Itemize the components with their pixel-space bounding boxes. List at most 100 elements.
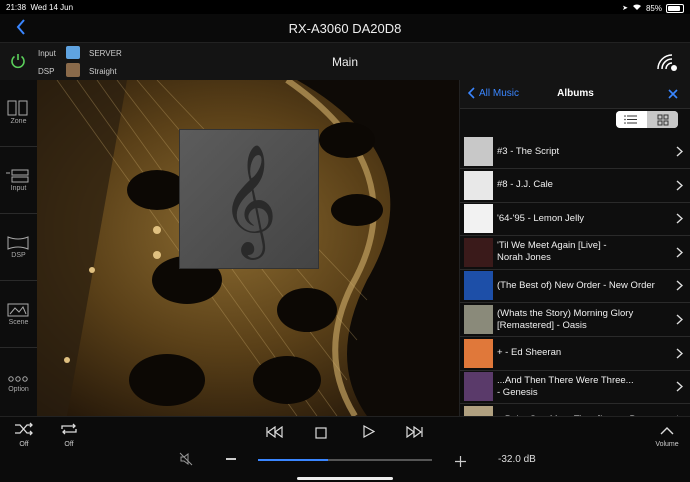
volume-fill: [258, 459, 328, 461]
home-indicator: [297, 477, 393, 480]
volume-slider[interactable]: [258, 459, 432, 461]
mute-button[interactable]: [179, 452, 193, 471]
sidebar-item-label: Input: [10, 185, 27, 192]
album-row[interactable]: + - Ed Sheeran: [460, 337, 690, 371]
list-icon: [624, 115, 637, 124]
battery-icon: [666, 3, 684, 13]
more-icon: [8, 376, 28, 382]
repeat-state: Off: [64, 441, 74, 448]
volume-value: -32.0 dB: [498, 454, 536, 465]
album-title-text: 'Til We Meet Again [Live] - Norah Jones: [497, 240, 607, 264]
close-icon: [668, 89, 678, 99]
album-row[interactable]: '64-'95 - Lemon Jelly: [460, 202, 690, 237]
album-thumbnail: [464, 237, 493, 267]
sidebar-item-label: Zone: [10, 118, 27, 125]
album-thumbnail: [464, 338, 493, 368]
repeat-icon: [61, 423, 77, 435]
album-row[interactable]: #3 - The Script: [460, 135, 690, 169]
volume-up-button[interactable]: [455, 454, 466, 467]
chevron-right-icon: [676, 213, 683, 224]
chevron-right-icon: [676, 146, 683, 157]
volume-down-button[interactable]: [226, 458, 236, 460]
next-button[interactable]: [405, 425, 423, 443]
dsp-icon: [7, 236, 29, 250]
input-icon: [6, 169, 29, 183]
svg-text:𝄞: 𝄞: [221, 143, 278, 260]
musiccast-link-button[interactable]: [654, 51, 682, 73]
info-bar: Input SERVER DSP Straight Main: [0, 42, 690, 82]
album-title: ...And Then There Were Three... - Genesi…: [497, 370, 673, 403]
album-thumbnail: [464, 405, 493, 416]
play-icon: [363, 424, 376, 439]
album-thumbnail: [464, 170, 493, 200]
album-row[interactable]: (Whats the Story) Morning Glory [Remaste…: [460, 303, 690, 337]
musiccast-icon: [657, 54, 677, 71]
album-title: (Whats the Story) Morning Glory [Remaste…: [497, 303, 673, 336]
album-row[interactable]: 'Til We Meet Again [Live] - Norah Jones: [460, 236, 690, 270]
chevron-right-icon: [676, 314, 683, 325]
album-title: #8 - J.J. Cale: [497, 169, 673, 202]
album-row[interactable]: ...And Then There Were Three... - Genesi…: [460, 370, 690, 405]
list-view-button[interactable]: [616, 111, 647, 128]
status-bar: 21:38 Wed 14 Jun ➤ 85%: [0, 0, 690, 14]
battery-percent: 85%: [645, 3, 662, 13]
album-art-placeholder: 𝄞: [179, 129, 319, 269]
album-title-text: #3 - The Script: [497, 145, 560, 157]
sidebar: Zone Input DSP Scene Option: [0, 80, 38, 416]
volume-panel-button[interactable]: Volume: [652, 423, 682, 448]
sidebar-item-scene[interactable]: Scene: [0, 281, 37, 348]
album-title-text: (Whats the Story) Morning Glory [Remaste…: [497, 307, 634, 331]
playback-controls: Off Off Volume -32.0 dB: [0, 416, 690, 482]
device-title: RX-A3060 DA20D8: [288, 21, 402, 36]
sidebar-item-label: Option: [8, 386, 29, 393]
play-button[interactable]: [363, 424, 376, 443]
shuffle-button[interactable]: Off: [14, 422, 34, 448]
status-time-date: 21:38 Wed 14 Jun: [6, 3, 73, 12]
panel-title: Albums: [557, 88, 594, 99]
treble-clef-icon: 𝄞: [221, 143, 278, 260]
plus-icon: [455, 456, 466, 467]
repeat-button[interactable]: Off: [59, 422, 79, 448]
album-thumbnail: [464, 137, 493, 166]
view-toggle: [616, 111, 678, 128]
album-title: + - Ed Sheeran: [497, 337, 673, 370]
chevron-right-icon: [676, 381, 683, 392]
sidebar-item-option[interactable]: Option: [0, 348, 37, 414]
shuffle-icon: [15, 422, 33, 436]
album-row[interactable]: (The Best of) New Order - New Order: [460, 269, 690, 304]
status-date: Wed 14 Jun: [30, 3, 74, 12]
chevron-right-icon: [676, 247, 683, 258]
grid-icon: [657, 114, 669, 126]
scene-icon: [7, 303, 29, 317]
album-title-text: (The Best of) New Order - New Order: [497, 279, 655, 291]
album-row[interactable]: ...Baby One More Time [Import Bonus: [460, 404, 690, 416]
sidebar-item-dsp[interactable]: DSP: [0, 214, 37, 281]
grid-view-button[interactable]: [647, 111, 678, 128]
skip-next-icon: [406, 425, 423, 439]
skip-previous-icon: [266, 425, 283, 439]
location-icon: ➤: [622, 5, 628, 12]
album-title: (The Best of) New Order - New Order: [497, 269, 673, 302]
album-title-text: + - Ed Sheeran: [497, 347, 562, 359]
status-time: 21:38: [6, 3, 27, 12]
album-title-text: #8 - J.J. Cale: [497, 179, 553, 191]
chevron-up-icon: [660, 427, 674, 435]
album-title-text: ...And Then There Were Three... - Genesi…: [497, 374, 634, 398]
stop-button[interactable]: [315, 426, 327, 444]
album-thumbnail: [464, 271, 493, 301]
previous-button[interactable]: [266, 425, 284, 443]
sidebar-item-zone[interactable]: Zone: [0, 80, 37, 147]
stop-icon: [315, 427, 327, 439]
volume-label: Volume: [655, 441, 679, 448]
album-title: ...Baby One More Time [Import Bonus: [497, 404, 673, 416]
close-button[interactable]: [667, 87, 679, 99]
sidebar-item-label: Scene: [8, 319, 29, 326]
sidebar-item-input[interactable]: Input: [0, 147, 37, 214]
album-thumbnail: [464, 204, 493, 234]
album-title: '64-'95 - Lemon Jelly: [497, 202, 673, 235]
shuffle-state: Off: [19, 441, 29, 448]
album-row[interactable]: #8 - J.J. Cale: [460, 169, 690, 203]
album-title: #3 - The Script: [497, 135, 673, 168]
sidebar-item-label: DSP: [11, 252, 26, 259]
album-thumbnail: [464, 372, 493, 402]
